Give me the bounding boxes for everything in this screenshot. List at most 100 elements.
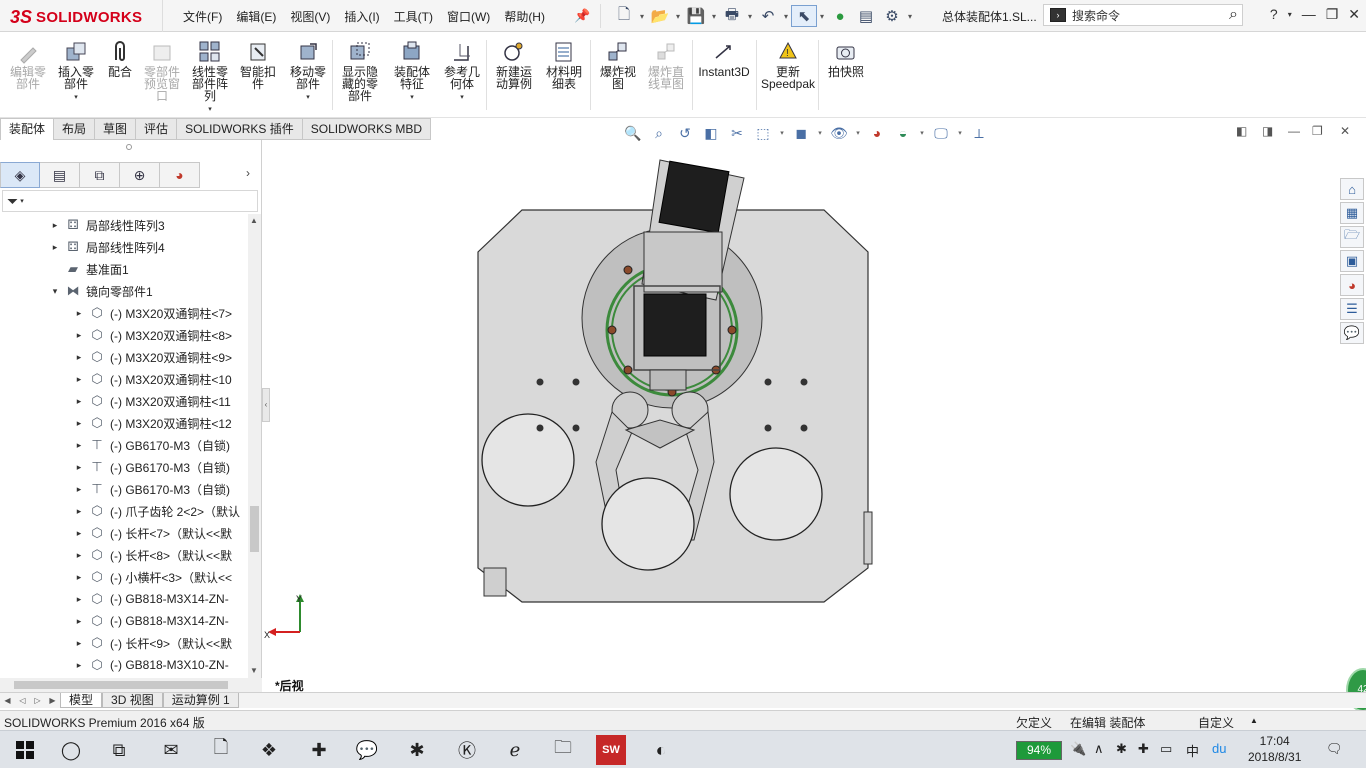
property-manager-tab-icon[interactable]: ▤ (40, 162, 80, 188)
tree-expand-icon[interactable]: ▸ (74, 396, 84, 407)
view-orientation-icon[interactable]: ⬚ (752, 123, 774, 143)
reference-geometry-dropdown-icon[interactable]: ▾ (440, 92, 484, 104)
tab-solidworks-mbd[interactable]: SOLIDWORKS MBD (302, 118, 432, 140)
move-component-dropdown-icon[interactable]: ▾ (286, 92, 330, 104)
edit-appearance-icon[interactable]: ◕ (866, 123, 888, 143)
menu-file[interactable]: 文件(F) (176, 8, 229, 25)
cortana-search-icon[interactable]: ◯ (56, 735, 86, 765)
tree-expand-icon[interactable]: ▸ (74, 594, 84, 605)
view-palette-icon[interactable]: ▣ (1340, 250, 1364, 272)
take-snapshot-button[interactable]: 拍快照 (824, 38, 868, 78)
tree-expand-icon[interactable]: ▸ (50, 220, 60, 231)
close-button[interactable]: ✕ (1348, 6, 1360, 23)
view-settings-dropdown-icon[interactable]: ▾ (956, 129, 964, 137)
tree-item[interactable]: ▾ ⧓ 镜向零部件1 (0, 280, 248, 302)
design-library-icon[interactable]: ▦ (1340, 202, 1364, 224)
search-icon[interactable]: ⌕ (1229, 6, 1238, 24)
network-icon[interactable]: ▭ (1160, 741, 1172, 757)
undo-icon[interactable]: ↶ (755, 5, 781, 27)
tree-horizontal-scrollbar[interactable] (0, 678, 262, 692)
baidu-ime-icon[interactable]: du (1212, 741, 1226, 756)
minimize-button[interactable]: — (1302, 6, 1316, 23)
menu-insert[interactable]: 插入(I) (337, 8, 386, 25)
open-folder-icon[interactable]: 📂 (647, 5, 673, 27)
tree-item[interactable]: ▸ ⬡ (-) M3X20双通铜柱<12 (0, 412, 248, 434)
tab-next-icon[interactable]: ▷ (30, 696, 45, 705)
view-orientation-dropdown-icon[interactable]: ▾ (778, 129, 786, 137)
dimxpert-manager-tab-icon[interactable]: ⊕ (120, 162, 160, 188)
instant3d-button[interactable]: Instant3D (697, 38, 751, 78)
tree-expand-icon[interactable]: ▸ (74, 572, 84, 583)
k-app-icon[interactable]: Ⓚ (452, 735, 482, 765)
tree-item[interactable]: ▸ ⬡ (-) M3X20双通铜柱<10 (0, 368, 248, 390)
edit-component-button[interactable]: 编辑零部件 (6, 38, 50, 90)
appearances-icon[interactable]: ◕ (1340, 274, 1364, 296)
menu-view[interactable]: 视图(V) (283, 8, 337, 25)
tray-plus-icon[interactable]: ✚ (1138, 741, 1149, 757)
menu-edit[interactable]: 编辑(E) (229, 8, 283, 25)
smart-fasteners-button[interactable]: 智能扣件 (236, 38, 280, 90)
filter-dropdown-icon[interactable]: ▾ (20, 197, 24, 205)
hscroll-thumb[interactable] (14, 681, 228, 689)
colorful-app-icon[interactable]: ❖ (254, 735, 284, 765)
edge-browser-icon[interactable]: ℯ (500, 735, 530, 765)
units-selector[interactable]: 自定义 (1198, 714, 1234, 731)
viewport-tile-right-icon[interactable]: ◨ (1262, 124, 1273, 138)
solidworks-taskbar-icon[interactable]: SW (596, 735, 626, 765)
menu-window[interactable]: 窗口(W) (440, 8, 497, 25)
tree-item[interactable]: ▸ ⬡ (-) M3X20双通铜柱<9> (0, 346, 248, 368)
print-icon[interactable]: 🖶 (719, 5, 745, 27)
options-gear-icon[interactable]: ⚙ (879, 5, 905, 27)
tree-item[interactable]: ▸ ⬡ (-) GB818-M3X14-ZN- (0, 588, 248, 610)
tab-assembly[interactable]: 装配体 (0, 118, 55, 140)
tab-layout[interactable]: 布局 (54, 118, 96, 140)
tab-first-icon[interactable]: ◀ (0, 696, 15, 705)
hide-show-items-icon[interactable]: 👁 (828, 123, 850, 143)
rebuild-traffic-light-icon[interactable]: ● (827, 5, 853, 27)
menu-tools[interactable]: 工具(T) (387, 8, 440, 25)
menu-help[interactable]: 帮助(H) (497, 8, 552, 25)
wechat-icon[interactable]: 💬 (352, 735, 382, 765)
tab-3d-view[interactable]: 3D 视图 (102, 693, 163, 708)
scroll-down-icon[interactable]: ▼ (250, 666, 258, 675)
select-dropdown-icon[interactable]: ▾ (817, 12, 827, 21)
power-plug-icon[interactable]: 🔌 (1070, 741, 1086, 757)
windows-start-icon[interactable] (10, 735, 40, 765)
units-up-icon[interactable]: ▲ (1250, 716, 1258, 725)
assembly-features-dropdown-icon[interactable]: ▾ (390, 92, 434, 104)
help-dropdown-icon[interactable]: ▾ (1288, 10, 1292, 23)
bill-of-materials-button[interactable]: 材料明细表 (542, 38, 586, 90)
tab-evaluate[interactable]: 评估 (136, 118, 178, 140)
solidworks-resources-icon[interactable]: ⌂ (1340, 178, 1364, 200)
panel-grip[interactable] (126, 144, 132, 150)
tray-star-icon[interactable]: ✱ (1116, 741, 1127, 757)
save-icon[interactable]: 💾 (683, 5, 709, 27)
help-icon[interactable]: ? (1270, 6, 1278, 23)
tree-expand-icon[interactable]: ▸ (74, 440, 84, 451)
tree-expand-icon[interactable]: ▸ (74, 418, 84, 429)
tree-vertical-scrollbar[interactable]: ▲ ▼ (248, 214, 261, 678)
tab-solidworks-addins[interactable]: SOLIDWORKS 插件 (177, 118, 303, 140)
tree-expand-icon[interactable]: ▸ (74, 484, 84, 495)
tree-item[interactable]: ▸ ⬡ (-) M3X20双通铜柱<11 (0, 390, 248, 412)
tree-expand-icon[interactable]: ▸ (74, 616, 84, 627)
tab-last-icon[interactable]: ▶ (45, 696, 60, 705)
plus-app-icon[interactable]: ✚ (304, 735, 334, 765)
filter-funnel-icon[interactable]: ⏷ (7, 193, 18, 210)
display-style-icon[interactable]: ◼ (790, 123, 812, 143)
show-hidden-components-button[interactable]: 显示隐藏的零部件 (338, 38, 382, 102)
view-settings-icon[interactable]: 🖵 (930, 123, 952, 143)
panel-collapse-handle[interactable]: ‹ (262, 388, 270, 422)
new-dropdown-icon[interactable]: ▾ (637, 12, 647, 21)
select-cursor-icon[interactable]: ⬉ (791, 5, 817, 27)
configuration-manager-tab-icon[interactable]: ⧉ (80, 162, 120, 188)
tree-filter[interactable]: ⏷ ▾ (2, 190, 258, 212)
insert-component-dropdown-icon[interactable]: ▾ (54, 92, 98, 104)
tree-item[interactable]: ▸ ⬡ (-) 长杆<9>（默认<<默 (0, 632, 248, 654)
section-view-icon[interactable]: ◧ (700, 123, 722, 143)
tree-expand-icon[interactable]: ▸ (74, 374, 84, 385)
file-explorer-icon[interactable]: 🗁 (1340, 226, 1364, 248)
options-dropdown-icon[interactable]: ▾ (905, 12, 915, 21)
tree-expand-icon[interactable]: ▸ (74, 330, 84, 341)
mail-icon[interactable]: ✉ (156, 735, 186, 765)
